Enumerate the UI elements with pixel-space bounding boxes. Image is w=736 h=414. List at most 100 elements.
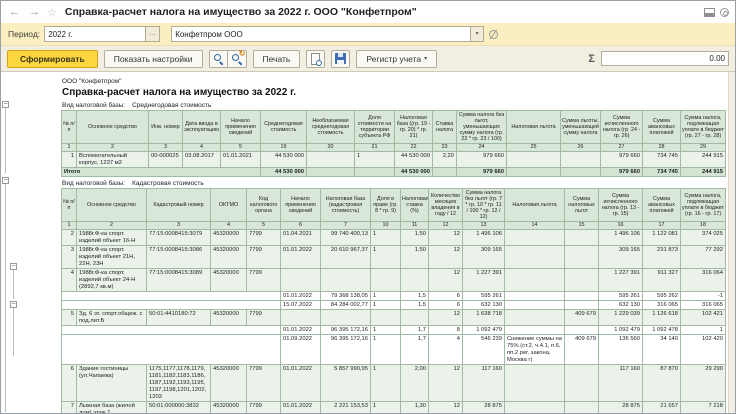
cell[interactable]: 1 [355, 152, 395, 168]
cell[interactable]: 734 745 [643, 152, 681, 168]
column-header[interactable]: Сумма авансовых платежей [643, 111, 681, 144]
column-header[interactable]: Начало применения сведений [281, 189, 321, 222]
cell[interactable]: 45320000 [211, 230, 247, 246]
cell[interactable] [321, 310, 371, 326]
cell[interactable]: 911 327 [643, 269, 681, 292]
cell[interactable]: 1 227 391 [463, 269, 505, 292]
cell[interactable] [565, 292, 599, 301]
column-number[interactable]: 4 [183, 144, 221, 152]
cell[interactable] [281, 310, 321, 326]
column-number[interactable]: 10 [371, 222, 401, 230]
cell[interactable] [307, 152, 355, 168]
column-number[interactable]: 4 [211, 222, 247, 230]
column-number[interactable]: 2 [77, 144, 149, 152]
column-header[interactable]: Основное средство [77, 111, 149, 144]
cell[interactable]: 7799 [247, 269, 281, 292]
cell[interactable]: 979 660 [601, 168, 643, 177]
back-icon[interactable]: ← [7, 7, 22, 18]
cell[interactable]: 50:01:000000:3832 [147, 402, 211, 414]
column-number[interactable]: 1 [62, 222, 77, 230]
cell[interactable]: 734 745 [643, 168, 681, 177]
cell[interactable]: 1,7 [401, 335, 429, 365]
cell[interactable]: 244 915 [681, 168, 726, 177]
column-header[interactable]: Сумма авансовых платежей [643, 189, 681, 222]
cell[interactable]: 1 092 479 [599, 326, 643, 335]
link-icon[interactable] [489, 30, 498, 39]
cell[interactable] [62, 301, 281, 310]
cell[interactable]: 44 530 000 [261, 152, 307, 168]
cell[interactable]: 45320000 [211, 246, 247, 269]
column-number[interactable]: 24 [457, 144, 507, 152]
cell[interactable]: 45320000 [211, 310, 247, 326]
column-header[interactable]: Сумма налога, подлежащая уплате в бюджет… [681, 189, 726, 222]
cell[interactable]: 01.09.2022 [281, 335, 321, 365]
cell[interactable] [401, 269, 429, 292]
column-header[interactable]: Начало применения сведений [221, 111, 261, 144]
column-number[interactable]: 5 [221, 144, 261, 152]
cell[interactable]: 595 261 [599, 292, 643, 301]
cell[interactable] [62, 292, 281, 301]
cell[interactable]: 1,5 [401, 301, 429, 310]
cell[interactable] [561, 168, 601, 177]
cell[interactable]: 15.07.2022 [281, 301, 321, 310]
column-number[interactable]: 28 [643, 144, 681, 152]
cell[interactable]: Здание гостиницы (ул.Чапаева) [77, 365, 147, 402]
column-number[interactable]: 20 [307, 144, 355, 152]
search-repeat-button[interactable]: ↻ [228, 50, 247, 68]
print-button[interactable]: Печать [253, 50, 301, 68]
cell[interactable]: 77 292 [681, 246, 726, 269]
cell[interactable]: 01.04.2021 [281, 230, 321, 246]
column-number[interactable]: 11 [401, 222, 429, 230]
cell[interactable]: 87 870 [643, 365, 681, 402]
cell[interactable]: 117 160 [463, 365, 505, 402]
cell[interactable] [505, 292, 565, 301]
column-number[interactable]: 12 [429, 222, 463, 230]
column-header[interactable]: Необлагаемая среднегодовая стоимость [307, 111, 355, 144]
cell[interactable]: 4 [62, 269, 77, 292]
cell[interactable] [507, 152, 561, 168]
cell[interactable]: 7799 [247, 365, 281, 402]
column-header[interactable]: Ставка налога [433, 111, 457, 144]
cell[interactable]: 01.01.2022 [281, 246, 321, 269]
cell[interactable]: 1,5 [401, 292, 429, 301]
cell[interactable]: 45320000 [211, 365, 247, 402]
cell[interactable] [321, 269, 371, 292]
cell[interactable]: 1 [371, 301, 401, 310]
cell[interactable]: 77:15:0008415:3089 [147, 269, 211, 292]
cell[interactable] [505, 301, 565, 310]
cell[interactable] [507, 168, 561, 177]
print-preview-button[interactable] [306, 50, 325, 68]
cell[interactable]: 1 [371, 402, 401, 414]
cell[interactable]: 2,20 [433, 152, 457, 168]
cell[interactable] [371, 310, 401, 326]
column-header[interactable]: Основное средство [77, 189, 147, 222]
cell[interactable]: 316 064 [681, 269, 726, 292]
collapse-group-icon[interactable]: − [10, 301, 17, 308]
column-number[interactable]: 27 [601, 144, 643, 152]
column-number[interactable]: 16 [599, 222, 643, 230]
cell[interactable]: 102 421 [681, 310, 726, 326]
show-settings-button[interactable]: Показать настройки [104, 50, 203, 68]
cell[interactable] [565, 402, 599, 414]
cell[interactable] [505, 230, 565, 246]
cell[interactable]: 632 130 [463, 301, 505, 310]
forward-icon[interactable]: → [27, 7, 42, 18]
cell[interactable]: 01.01.2022 [281, 365, 321, 402]
column-number[interactable]: 22 [395, 144, 433, 152]
cell[interactable]: 29 290 [681, 365, 726, 402]
collapse-group-icon[interactable]: − [2, 177, 9, 184]
cell[interactable]: 1 126 618 [643, 310, 681, 326]
cell[interactable]: 34 140 [643, 335, 681, 365]
column-number[interactable]: 18 [681, 222, 726, 230]
cell[interactable]: 102 420 [681, 335, 726, 365]
cell[interactable] [565, 365, 599, 402]
column-number[interactable]: 6 [281, 222, 321, 230]
cell[interactable]: 117 160 [599, 365, 643, 402]
cell[interactable] [62, 335, 281, 365]
cell[interactable]: 21 657 [643, 402, 681, 414]
sum-field[interactable] [601, 51, 729, 66]
cell[interactable]: 7799 [247, 246, 281, 269]
column-header[interactable]: Сумма налоговых льгот [565, 189, 599, 222]
organization-input[interactable] [171, 26, 471, 42]
cell[interactable] [505, 269, 565, 292]
